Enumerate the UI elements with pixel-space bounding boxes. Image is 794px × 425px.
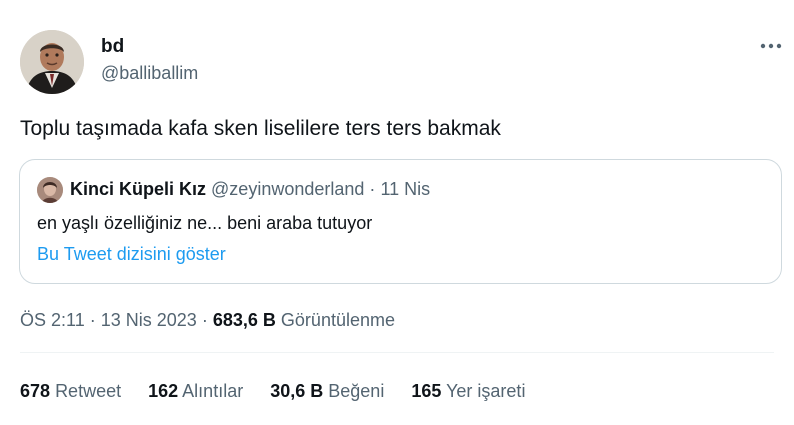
stat-count: 30,6 B: [270, 381, 324, 401]
stat-label: Beğeni: [328, 381, 385, 401]
engagement-stats: 678 Retweet 162 Alıntılar 30,6 B Beğeni …: [20, 381, 552, 402]
stat-label: Yer işareti: [446, 381, 526, 401]
more-options-button[interactable]: [756, 34, 786, 58]
views-count: 683,6 B: [212, 310, 276, 330]
stat-count: 678: [20, 381, 51, 401]
tweet-meta: ÖS 2:11 · 13 Nis 2023 · 683,6 B Görüntül…: [20, 310, 395, 331]
tweet-date[interactable]: 13 Nis 2023: [101, 310, 197, 330]
stat-count: 162: [148, 381, 179, 401]
author-handle[interactable]: @balliballim: [101, 63, 198, 84]
more-horizontal-icon: [760, 43, 782, 49]
show-thread-link[interactable]: Bu Tweet dizisini göster: [37, 244, 226, 265]
stat-bookmarks[interactable]: 165 Yer işareti: [411, 381, 525, 402]
quoted-author-handle[interactable]: @zeyinwonderland: [211, 179, 364, 199]
stat-quotes[interactable]: 162 Alıntılar: [148, 381, 243, 402]
stat-retweets[interactable]: 678 Retweet: [20, 381, 121, 402]
views-label: Görüntülenme: [280, 310, 395, 330]
stat-count: 165: [411, 381, 442, 401]
quoted-avatar-image: [37, 177, 63, 203]
author-name[interactable]: bd: [101, 36, 124, 58]
divider: [20, 352, 774, 353]
quoted-text: en yaşlı özelliğiniz ne... beni araba tu…: [37, 213, 373, 233]
tweet-time[interactable]: ÖS 2:11: [20, 310, 85, 330]
stat-likes[interactable]: 30,6 B Beğeni: [270, 381, 384, 402]
quoted-date[interactable]: 11 Nis: [380, 179, 430, 199]
meta-separator: ·: [89, 310, 96, 330]
meta-separator-2: ·: [201, 310, 208, 330]
stat-label: Alıntılar: [182, 381, 244, 401]
quoted-author-avatar[interactable]: [37, 177, 63, 203]
author-avatar-image: [20, 30, 84, 94]
quoted-author-name[interactable]: Kinci Küpeli Kız: [70, 179, 206, 199]
quoted-separator: ·: [369, 179, 376, 199]
tweet-text: Toplu taşımada kafa sken liselilere ters…: [20, 117, 501, 140]
quoted-header: Kinci Küpeli Kız @zeyinwonderland · 11 N…: [70, 179, 430, 200]
stat-label: Retweet: [55, 381, 122, 401]
quoted-tweet-card[interactable]: Kinci Küpeli Kız @zeyinwonderland · 11 N…: [19, 159, 782, 284]
author-avatar[interactable]: [20, 30, 84, 94]
